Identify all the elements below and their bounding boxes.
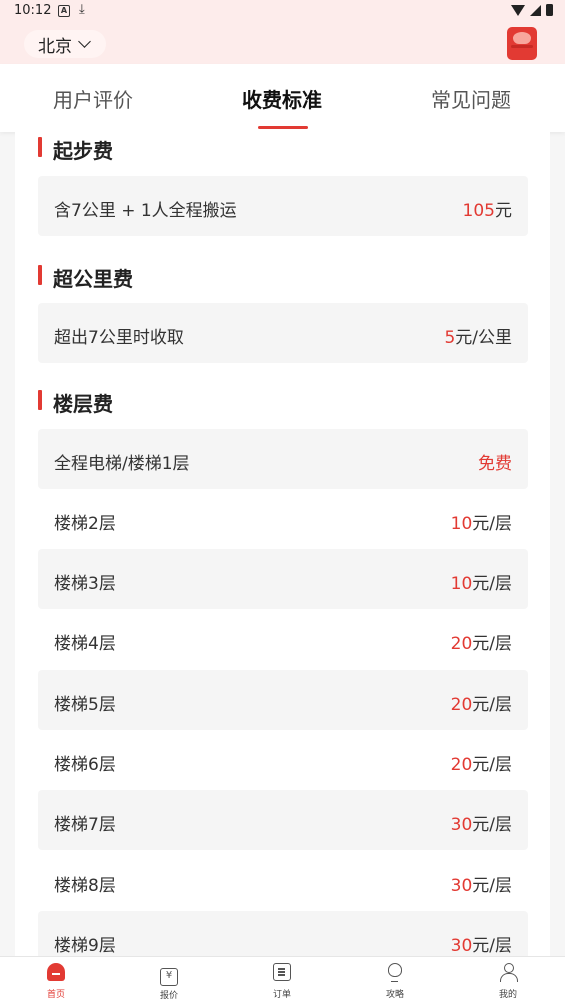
download-icon: ⤓ <box>79 2 85 17</box>
tab-bar: 用户评价 收费标准 常见问题 <box>0 64 565 132</box>
lightbulb-icon <box>388 963 402 982</box>
chevron-down-icon <box>78 35 91 48</box>
section-title-overdistance-fee: 超公里费 <box>53 267 133 291</box>
price-row: 楼梯7层 30元/层 <box>38 790 528 850</box>
price-row: 含7公里 + 1人全程搬运 105元 <box>38 176 528 236</box>
tab-faq[interactable]: 常见问题 <box>431 84 511 113</box>
section-marker <box>38 137 42 157</box>
nav-orders[interactable]: 订单 <box>252 963 312 1000</box>
tab-user-reviews[interactable]: 用户评价 <box>53 84 133 113</box>
user-icon <box>499 963 518 982</box>
price-unit: 元/层 <box>472 755 512 775</box>
signal-icon <box>530 4 541 16</box>
a-notification-icon: A <box>58 5 70 17</box>
section-title-floor-fee: 楼层费 <box>53 392 113 416</box>
price-row: 楼梯6层 20元/层 <box>38 730 528 790</box>
price-number: 30 <box>450 815 473 835</box>
status-time: 10:12 <box>14 3 52 18</box>
row-label: 楼梯3层 <box>54 574 116 594</box>
status-icons <box>511 4 553 16</box>
nav-label: 首页 <box>46 990 65 1000</box>
price-number: 30 <box>450 876 473 896</box>
row-label: 全程电梯/楼梯1层 <box>54 454 190 474</box>
price-row: 楼梯2层 10元/层 <box>38 489 528 549</box>
section-title-start-fee: 起步费 <box>53 139 113 163</box>
row-price: 20元/层 <box>451 690 512 715</box>
nav-label: 报价 <box>159 991 178 1001</box>
row-label: 楼梯4层 <box>54 634 116 654</box>
row-price: 20元/层 <box>451 629 512 654</box>
price-unit: 元/层 <box>472 876 512 896</box>
price-number: 105 <box>462 201 495 221</box>
row-label: 含7公里 + 1人全程搬运 <box>54 201 237 221</box>
nav-label: 我的 <box>498 990 517 1000</box>
tab-pricing[interactable]: 收费标准 <box>242 84 322 113</box>
price-unit: 元/层 <box>472 634 512 654</box>
row-price: 30元/层 <box>451 871 512 896</box>
bottom-nav: 首页 ¥ 报价 订单 攻略 我的 <box>0 956 565 1004</box>
row-price: 105元 <box>463 196 512 221</box>
price-number: 20 <box>450 755 473 775</box>
status-bar: 10:12 A ⤓ <box>0 0 565 24</box>
row-price: 5元/公里 <box>444 323 512 348</box>
order-list-icon <box>273 963 291 981</box>
row-price: 10元/层 <box>451 569 512 594</box>
row-price: 免费 <box>478 449 512 474</box>
row-label: 超出7公里时收取 <box>54 328 184 348</box>
price-unit: 元/层 <box>472 574 512 594</box>
pricing-content[interactable]: 起步费 含7公里 + 1人全程搬运 105元 超公里费 超出7公里时收取 5元/… <box>15 132 550 956</box>
price-row: 全程电梯/楼梯1层 免费 <box>38 429 528 489</box>
price-number: 30 <box>450 936 473 956</box>
red-packet-icon[interactable] <box>507 27 537 60</box>
row-label: 楼梯6层 <box>54 755 116 775</box>
home-icon <box>47 963 65 981</box>
price-unit: 元/层 <box>472 936 512 956</box>
price-number: 5 <box>444 328 456 348</box>
price-number: 20 <box>450 695 473 715</box>
price-row: 超出7公里时收取 5元/公里 <box>38 303 528 363</box>
nav-home[interactable]: 首页 <box>26 963 86 1000</box>
row-price: 10元/层 <box>451 509 512 534</box>
nav-quote[interactable]: ¥ 报价 <box>139 963 199 1001</box>
row-price: 30元/层 <box>451 810 512 835</box>
price-row: 楼梯4层 20元/层 <box>38 609 528 669</box>
section-marker <box>38 265 42 285</box>
price-unit: 元/层 <box>472 815 512 835</box>
nav-label: 攻略 <box>385 990 404 1000</box>
active-tab-indicator <box>258 126 308 129</box>
price-row: 楼梯5层 20元/层 <box>38 670 528 730</box>
row-label: 楼梯8层 <box>54 876 116 896</box>
row-label: 楼梯2层 <box>54 514 116 534</box>
price-number: 20 <box>450 634 473 654</box>
row-label: 楼梯9层 <box>54 936 116 956</box>
wifi-icon <box>511 4 525 16</box>
price-number: 10 <box>450 514 473 534</box>
price-number: 10 <box>450 574 473 594</box>
row-price: 30元/层 <box>451 931 512 956</box>
top-header: 10:12 A ⤓ 北京 <box>0 0 565 64</box>
price-number: 免费 <box>478 454 512 474</box>
price-row: 楼梯9层 30元/层 <box>38 911 528 956</box>
city-name: 北京 <box>38 36 72 57</box>
nav-profile[interactable]: 我的 <box>478 963 538 1000</box>
nav-label: 订单 <box>272 990 291 1000</box>
price-unit: 元 <box>495 201 512 221</box>
battery-icon <box>546 4 553 16</box>
row-label: 楼梯5层 <box>54 695 116 715</box>
row-label: 楼梯7层 <box>54 815 116 835</box>
price-unit: 元/层 <box>472 695 512 715</box>
nav-guide[interactable]: 攻略 <box>365 963 425 1000</box>
price-row: 楼梯8层 30元/层 <box>38 851 528 911</box>
section-marker <box>38 390 42 410</box>
yen-icon: ¥ <box>160 968 178 986</box>
row-price: 20元/层 <box>451 750 512 775</box>
price-row: 楼梯3层 10元/层 <box>38 549 528 609</box>
price-unit: 元/公里 <box>455 328 512 348</box>
price-unit: 元/层 <box>472 514 512 534</box>
city-selector[interactable]: 北京 <box>24 30 106 58</box>
